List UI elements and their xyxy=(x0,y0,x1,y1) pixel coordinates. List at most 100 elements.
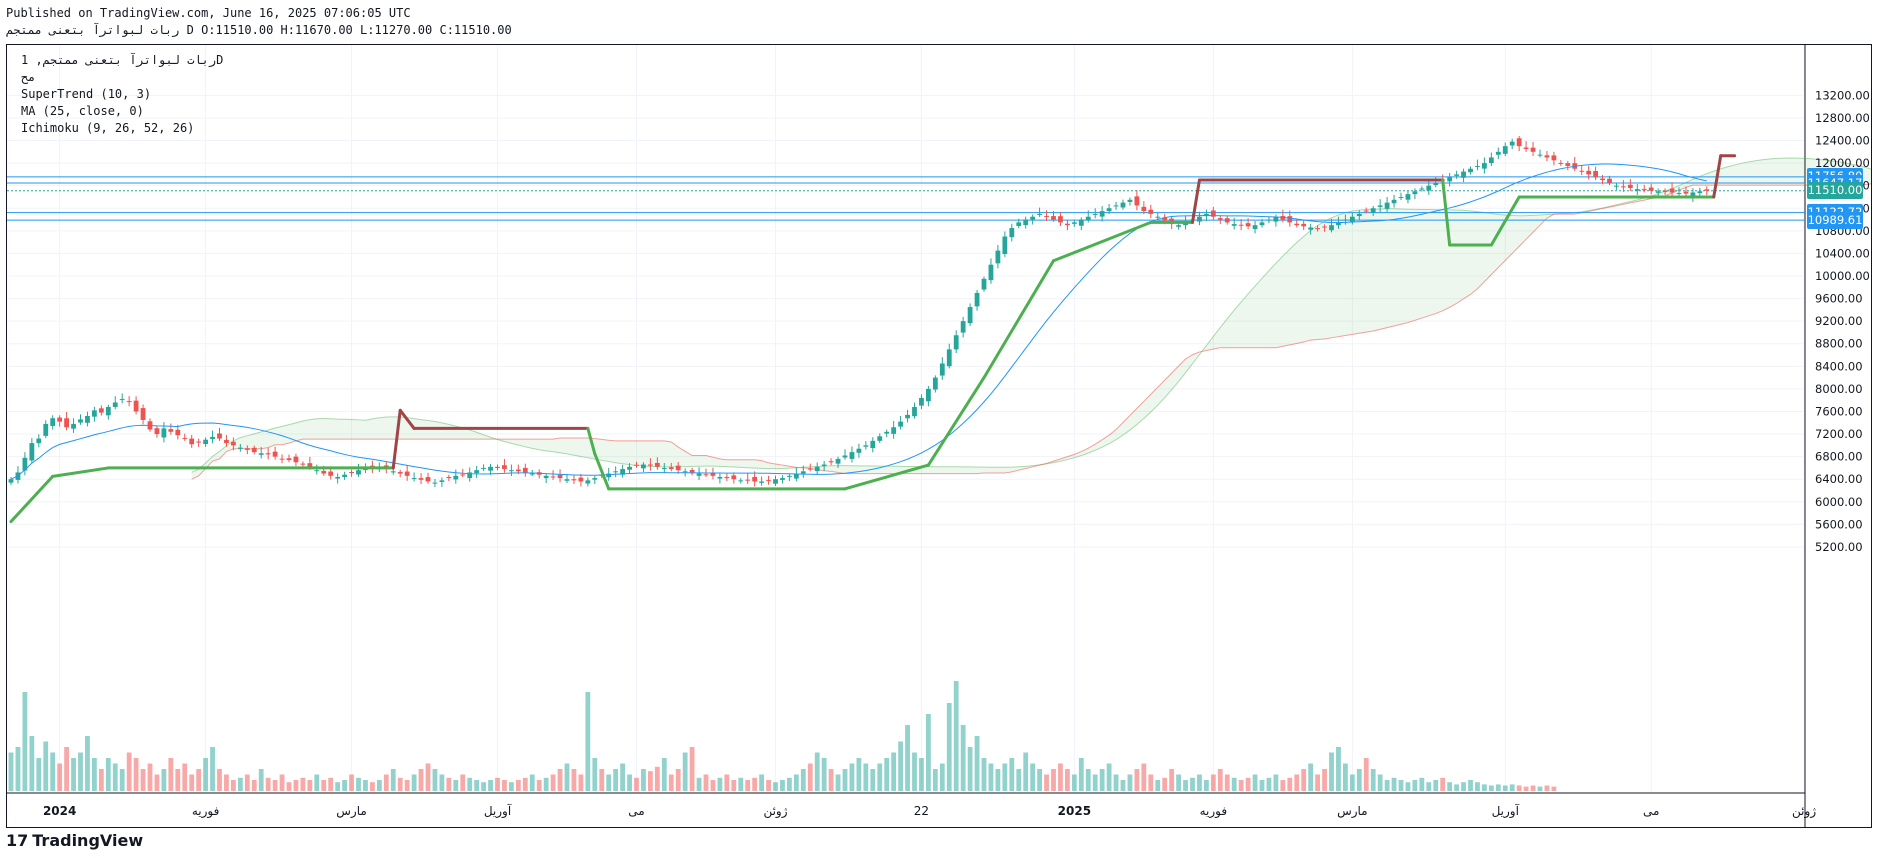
volume-bar xyxy=(57,763,63,791)
candle-body xyxy=(265,453,271,455)
candle-body xyxy=(1641,189,1647,191)
candle-body xyxy=(1099,211,1105,217)
volume-bar xyxy=(946,703,952,791)
candle-body xyxy=(1398,196,1404,198)
candle-body xyxy=(1030,216,1036,220)
volume-bar xyxy=(703,774,709,791)
candle-body xyxy=(397,471,403,474)
volume-bar xyxy=(1398,780,1404,791)
volume-bar xyxy=(780,780,785,791)
volume-bar xyxy=(1148,774,1154,791)
volume-bar xyxy=(1183,780,1188,791)
volume-bar xyxy=(1106,763,1112,791)
candle-body xyxy=(724,476,730,479)
candle-body xyxy=(585,480,591,484)
volume-bar xyxy=(1127,774,1133,791)
candle-body xyxy=(1315,228,1320,230)
candle-body xyxy=(1252,225,1258,230)
volume-bar xyxy=(1155,780,1161,791)
volume-bar xyxy=(335,782,341,791)
volume-bar xyxy=(1523,786,1529,791)
candle-body xyxy=(696,473,702,476)
volume-bar xyxy=(1482,784,1487,791)
candle-body xyxy=(1523,147,1529,149)
volume-bar xyxy=(1016,769,1022,791)
volume-bar xyxy=(293,780,299,791)
candle-body xyxy=(224,439,229,444)
candle-body xyxy=(613,471,619,473)
y-tick-label: 5200.00 xyxy=(1815,540,1863,554)
volume-bar xyxy=(98,769,104,791)
volume-bar xyxy=(1461,782,1466,791)
candle-body xyxy=(1266,219,1272,221)
candle-body xyxy=(1294,223,1300,226)
candle-body xyxy=(307,463,313,467)
volume-bar xyxy=(536,780,542,791)
volume-bar xyxy=(467,777,473,791)
candle-body xyxy=(321,470,327,474)
volume-bar xyxy=(814,752,820,791)
volume-bar xyxy=(411,774,417,791)
price-chart[interactable]: 13200.0012800.0012400.0012000.0011600.00… xyxy=(7,45,1871,827)
candle-body xyxy=(432,482,438,484)
candle-body xyxy=(564,479,570,481)
candle-body xyxy=(1134,196,1140,206)
volume-bar xyxy=(856,758,862,791)
candle-body xyxy=(1405,194,1411,200)
volume-bar xyxy=(64,747,69,791)
volume-bar xyxy=(912,752,917,791)
volume-bar xyxy=(668,774,674,791)
volume-bar xyxy=(939,763,945,791)
legend-ma[interactable]: MA (25, close, 0) xyxy=(21,104,144,118)
candle-body xyxy=(661,467,667,469)
legend-ichimoku[interactable]: Ichimoku (9, 26, 52, 26) xyxy=(21,121,194,135)
candle-body xyxy=(85,415,90,423)
volume-bar xyxy=(1190,777,1195,791)
candle-body xyxy=(814,466,820,472)
candle-body xyxy=(1704,189,1710,191)
volume-bar xyxy=(307,780,313,791)
candle-body xyxy=(689,469,695,473)
chart-frame[interactable]: 13200.0012800.0012400.0012000.0011600.00… xyxy=(6,44,1872,828)
candle-body xyxy=(1113,205,1119,207)
volume-bar xyxy=(842,769,848,791)
volume-bar xyxy=(731,780,737,791)
candle-body xyxy=(1349,216,1355,222)
y-tick-label: 6000.00 xyxy=(1815,495,1863,509)
candle-body xyxy=(404,471,410,476)
tradingview-logo[interactable]: 17 TradingView xyxy=(6,831,143,850)
volume-bar xyxy=(745,780,751,791)
legend-supertrend[interactable]: SuperTrend (10, 3) xyxy=(21,87,151,101)
legend-symbol[interactable]: ﺭﺑﺎﺕ ﻟﺒﻮﺍﺗﺮﺁ ﺑﺘﻌﻨﯽ ﻣﻤﺘﺠﻢ, 1D xyxy=(21,53,223,67)
candle-body xyxy=(105,406,111,416)
y-tick-label: 10400.00 xyxy=(1815,246,1870,260)
volume-bar xyxy=(78,752,83,791)
candle-body xyxy=(787,475,792,477)
volume-bar xyxy=(627,774,632,791)
volume-bar xyxy=(1544,785,1550,791)
candle-body xyxy=(1238,224,1244,226)
volume-bar xyxy=(251,780,257,791)
candle-body xyxy=(203,439,208,444)
volume-bar xyxy=(1058,763,1063,791)
volume-bar xyxy=(1391,777,1397,791)
volume-bar xyxy=(210,747,215,791)
candle-body xyxy=(773,479,778,484)
candle-body xyxy=(251,447,257,453)
candle-body xyxy=(863,445,869,447)
candle-body xyxy=(1037,213,1042,215)
volume-bar xyxy=(481,782,486,791)
volume-bar xyxy=(126,752,132,791)
candle-body xyxy=(648,464,653,466)
volume-bar xyxy=(571,769,577,791)
candle-body xyxy=(1426,185,1432,191)
candle-body xyxy=(1544,155,1550,158)
candle-body xyxy=(919,397,924,406)
candle-body xyxy=(974,292,980,307)
volume-bar xyxy=(1134,769,1140,791)
volume-bar xyxy=(710,780,716,791)
candle-body xyxy=(1614,185,1619,187)
volume-bar xyxy=(1162,777,1168,791)
legend-exchange: ﻣﺢ xyxy=(21,70,36,84)
candle-body xyxy=(1071,222,1077,224)
